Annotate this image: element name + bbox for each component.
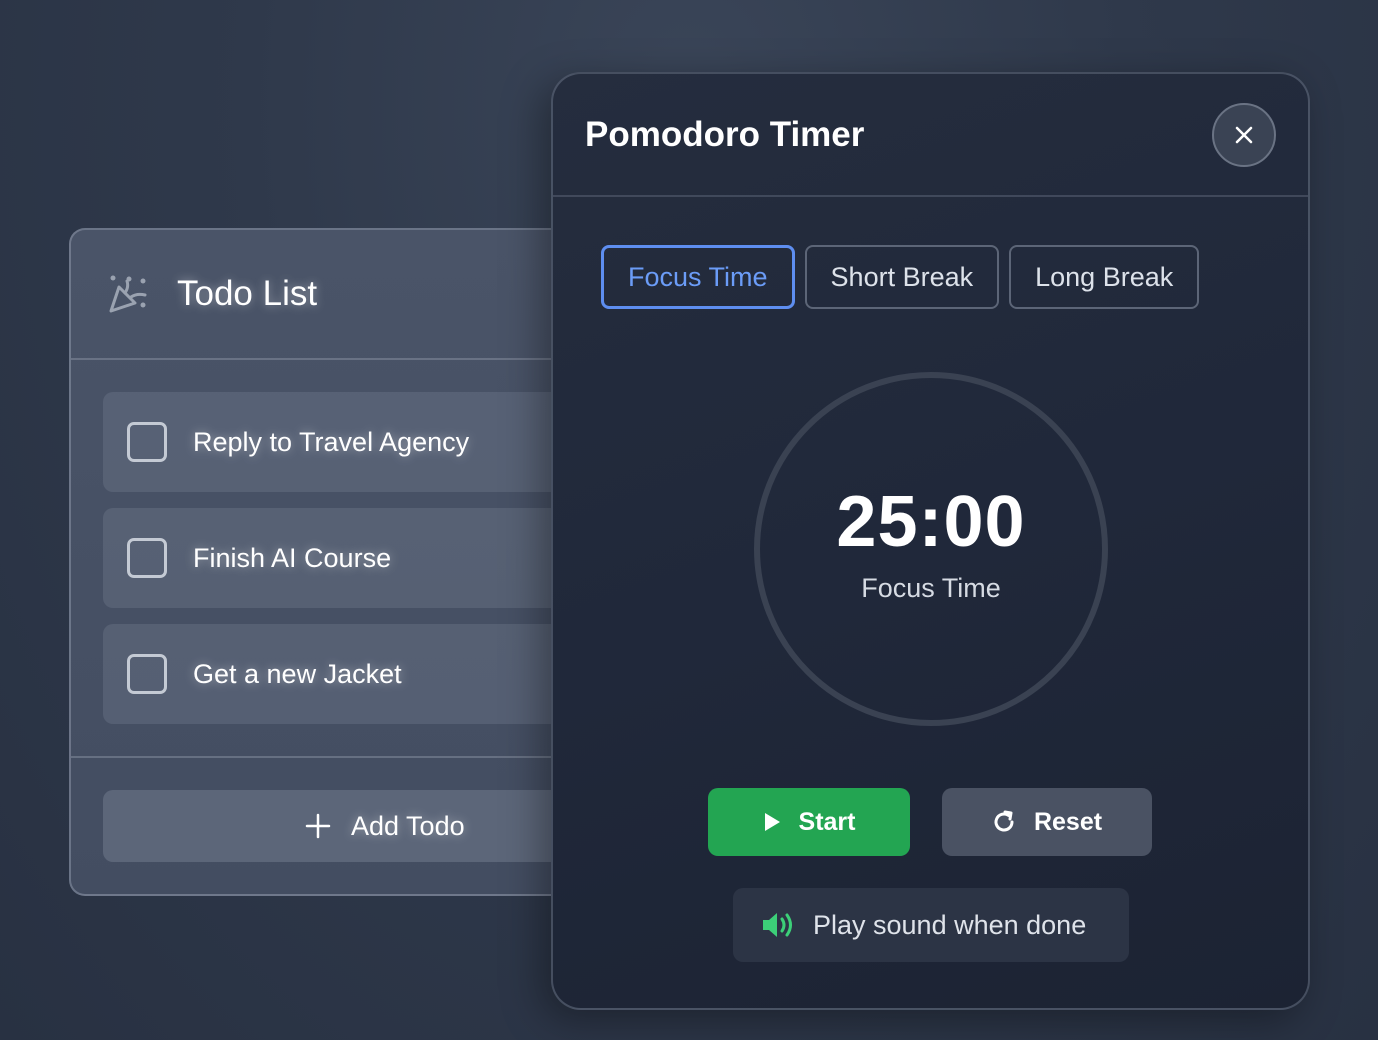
timer-mode-label: Focus Time — [861, 572, 1001, 603]
timer-ring: 25:00 Focus Time — [754, 372, 1108, 726]
tab-short-break[interactable]: Short Break — [804, 245, 1000, 309]
tab-long-break[interactable]: Long Break — [1009, 245, 1200, 309]
pomodoro-title: Pomodoro Timer — [585, 114, 865, 154]
add-todo-label: Add Todo — [351, 810, 465, 841]
timer-display: 25:00 — [836, 481, 1026, 562]
speaker-icon — [763, 913, 792, 937]
todo-checkbox[interactable] — [127, 422, 167, 462]
todo-item-label: Get a new Jacket — [193, 658, 402, 689]
pomodoro-panel: Pomodoro Timer Focus Time Short Break Lo… — [551, 72, 1310, 1010]
start-label: Start — [798, 807, 856, 836]
todo-checkbox[interactable] — [127, 654, 167, 694]
timer-controls: Start Reset — [708, 788, 1152, 856]
pomodoro-header: Pomodoro Timer — [553, 74, 1308, 197]
refresh-icon — [994, 810, 1014, 832]
close-icon — [1235, 126, 1253, 143]
sound-toggle-label: Play sound when done — [813, 909, 1087, 940]
plus-icon — [305, 813, 331, 839]
todo-checkbox[interactable] — [127, 538, 167, 578]
play-icon — [764, 813, 780, 831]
todo-item-label: Reply to Travel Agency — [193, 426, 470, 457]
todo-item-label: Finish AI Course — [193, 542, 392, 573]
sound-toggle[interactable]: Play sound when done — [733, 888, 1129, 962]
mode-tabs: Focus Time Short Break Long Break — [553, 245, 1308, 309]
party-popper-icon — [109, 275, 147, 313]
reset-label: Reset — [1033, 807, 1103, 836]
tab-focus-time[interactable]: Focus Time — [601, 245, 795, 309]
start-button[interactable]: Start — [708, 788, 910, 856]
reset-button[interactable]: Reset — [942, 788, 1152, 856]
close-button[interactable] — [1212, 102, 1276, 167]
todo-title: Todo List — [177, 274, 318, 313]
